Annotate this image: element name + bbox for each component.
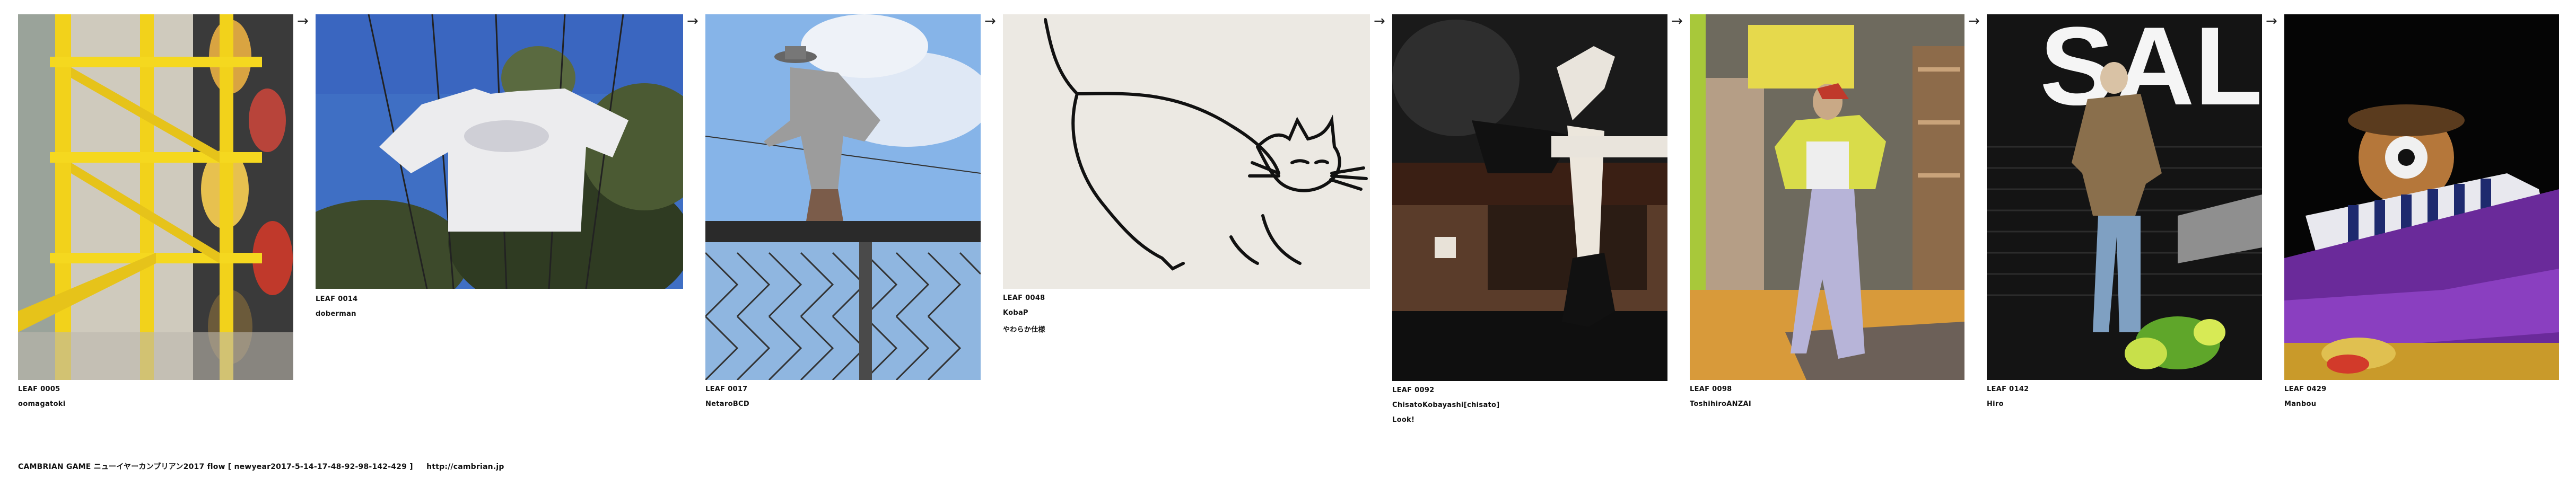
leaf-author[interactable]: Manbou xyxy=(2284,400,2316,408)
flow-arrow-icon: → xyxy=(297,13,309,29)
leaf-id: LEAF 0092 xyxy=(1392,386,1435,394)
leaf-id: LEAF 0005 xyxy=(18,385,60,393)
flow-arrow-icon: → xyxy=(687,13,698,29)
footer-flow-text: CAMBRIAN GAME ニューイヤーカンブリアン2017 flow [ ne… xyxy=(18,463,413,471)
leaf-author[interactable]: ChisatoKobayashi[chisato] xyxy=(1392,401,1500,409)
flow-arrow-icon: → xyxy=(1968,13,1980,29)
leaf-id: LEAF 0017 xyxy=(705,385,748,393)
leaf-author[interactable]: KobaP xyxy=(1003,309,1028,317)
leaf-note: やわらか仕様 xyxy=(1003,326,1045,334)
leaf-photo-tshirt-on-wires[interactable] xyxy=(316,14,683,289)
leaf-author[interactable]: doberman xyxy=(316,310,356,318)
leaf-photo-yellow-staircase[interactable] xyxy=(18,14,293,380)
leaf-photo-cat-drawing[interactable] xyxy=(1003,14,1370,289)
leaf-author[interactable]: oomagatoki xyxy=(18,400,66,408)
leaf-photo-mannequin-legs[interactable] xyxy=(1392,14,1667,381)
leaf-author[interactable]: Hiro xyxy=(1987,400,2004,408)
flow-arrow-icon: → xyxy=(1374,13,1385,29)
leaf-note: Look! xyxy=(1392,416,1415,424)
leaf-id: LEAF 0142 xyxy=(1987,385,2029,393)
page-footer: CAMBRIAN GAME ニューイヤーカンブリアン2017 flow [ ne… xyxy=(18,461,504,472)
leaf-id: LEAF 0014 xyxy=(316,295,358,303)
footer-site-link[interactable]: http://cambrian.jp xyxy=(426,463,504,471)
leaf-photo-mannequin-shop[interactable] xyxy=(1690,14,1964,380)
leaf-author[interactable]: NetarοBCD xyxy=(705,400,749,408)
leaf-photo-sale-window[interactable]: SAL xyxy=(1987,14,2262,380)
leaf-id: LEAF 0098 xyxy=(1690,385,1732,393)
leaf-id: LEAF 0429 xyxy=(2284,385,2327,393)
flow-arrow-icon: → xyxy=(984,13,996,29)
leaf-author[interactable]: ToshihiroANZAI xyxy=(1690,400,1751,408)
flow-arrow-icon: → xyxy=(2266,13,2277,29)
leaf-photo-festival-float[interactable] xyxy=(2284,14,2559,380)
leaf-id: LEAF 0048 xyxy=(1003,294,1045,302)
svg-text:SAL: SAL xyxy=(2040,14,2262,128)
leaf-photo-figure-on-fence[interactable] xyxy=(705,14,981,380)
flow-arrow-icon: → xyxy=(1671,13,1683,29)
